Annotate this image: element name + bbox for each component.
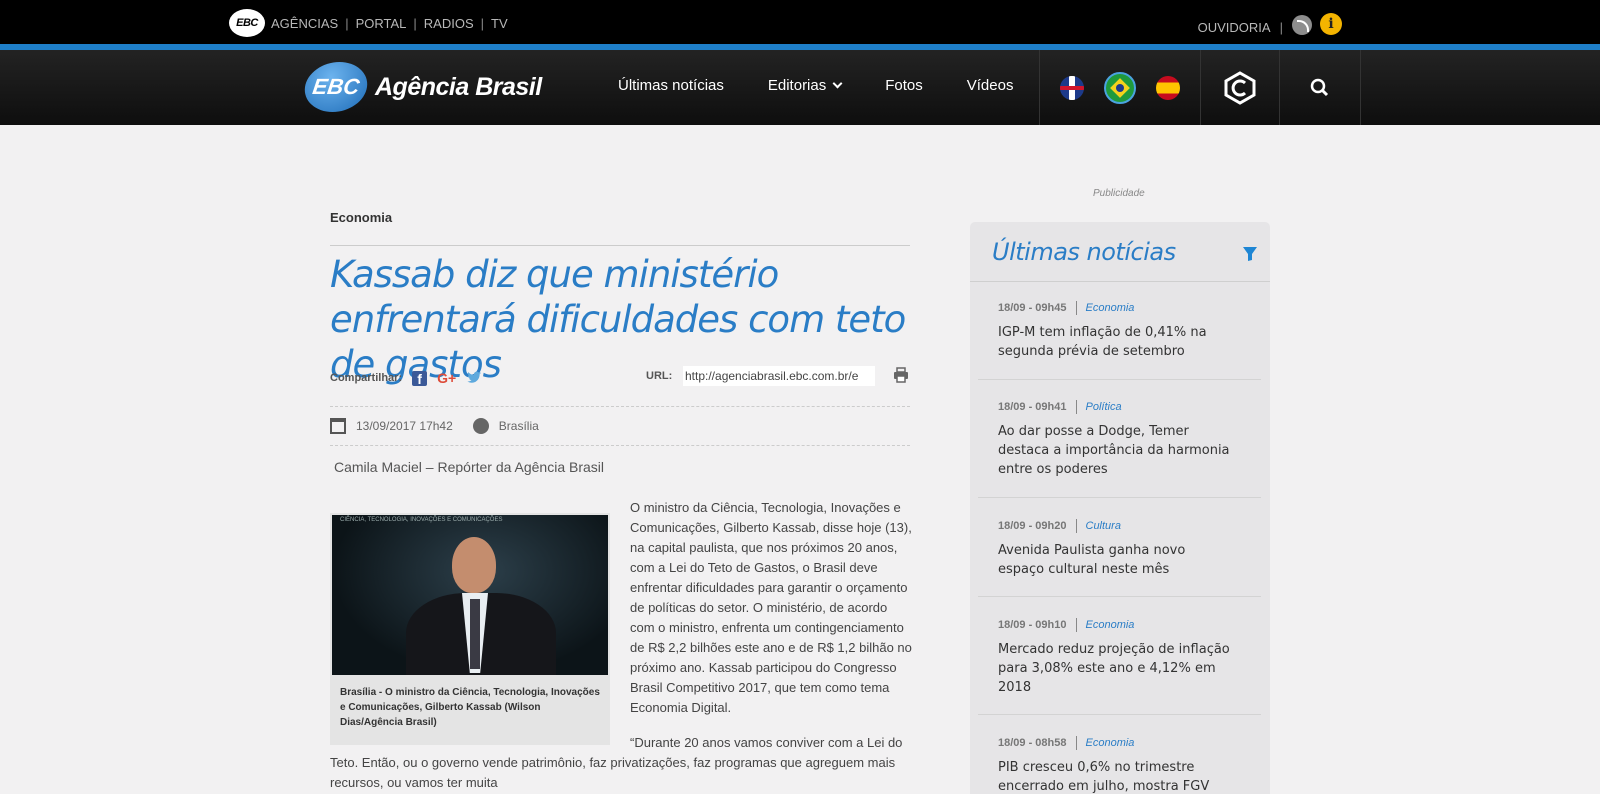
news-time: 18/09 - 09h41 xyxy=(998,401,1067,413)
calendar-icon xyxy=(330,418,346,434)
news-time: 18/09 - 09h45 xyxy=(998,302,1067,314)
news-item[interactable]: 18/09 - 09h45 Economia IGP-M tem inflação… xyxy=(998,301,1260,361)
ebc-logo[interactable]: EBC xyxy=(229,9,265,37)
separator: | xyxy=(480,16,485,31)
article-paragraph: “Durante 20 anos vamos conviver com a Le… xyxy=(330,735,903,790)
sidebar-title: Últimas notícias xyxy=(992,238,1176,266)
separator: | xyxy=(1279,19,1283,35)
main-navbar: EBC Agência Brasil Últimas notícias Edit… xyxy=(0,50,1600,125)
divider xyxy=(978,379,1261,380)
article-photo[interactable]: CIÊNCIA, TECNOLOGIA, INOVAÇÕES E COMUNIC… xyxy=(332,515,608,675)
photo-caption: Brasília - O ministro da Ciência, Tecnol… xyxy=(340,687,600,728)
globe-icon xyxy=(472,418,489,434)
news-headline[interactable]: IGP-M tem inflação de 0,41% na segunda p… xyxy=(998,323,1233,361)
main-menu: Últimas notícias Editorias Fotos Vídeos xyxy=(618,77,1057,94)
news-category[interactable]: Economia xyxy=(1086,302,1135,314)
divider xyxy=(330,245,910,246)
photo-banner-text: CIÊNCIA, TECNOLOGIA, INOVAÇÕES E COMUNIC… xyxy=(340,517,503,523)
divider xyxy=(330,406,910,407)
nav-tools xyxy=(1039,50,1361,125)
divider xyxy=(978,596,1261,597)
menu-videos[interactable]: Vídeos xyxy=(967,77,1014,94)
search-icon[interactable] xyxy=(1300,68,1340,108)
separator: | xyxy=(413,16,417,31)
article-figure: CIÊNCIA, TECNOLOGIA, INOVAÇÕES E COMUNIC… xyxy=(330,513,610,745)
divider xyxy=(978,497,1261,498)
menu-editorias[interactable]: Editorias xyxy=(767,77,843,94)
article-date: 13/09/2017 17h42 xyxy=(356,419,453,433)
news-item[interactable]: 18/09 - 09h20 Cultura Avenida Paulista ga… xyxy=(998,519,1260,579)
news-category[interactable]: Economia xyxy=(1086,737,1135,749)
menu-ultimas-noticias[interactable]: Últimas notícias xyxy=(618,77,724,94)
accessibility-group xyxy=(1201,50,1280,125)
divider xyxy=(978,714,1261,715)
top-right-links: OUVIDORIA | i xyxy=(1198,13,1342,38)
url-field[interactable]: http://agenciabrasil.ebc.com.br/e xyxy=(683,366,875,386)
filter-icon[interactable] xyxy=(1242,246,1258,262)
contrast-icon[interactable] xyxy=(1223,70,1257,105)
ad-label: Publicidade xyxy=(1093,188,1145,199)
brand-name: Agência Brasil xyxy=(375,72,542,101)
news-headline[interactable]: Mercado reduz projeção de inflação para … xyxy=(998,640,1233,697)
brazil-flag-icon[interactable] xyxy=(1104,71,1136,104)
sidebar-header: Últimas notícias xyxy=(970,222,1270,282)
search-group xyxy=(1280,50,1361,125)
spain-flag-icon[interactable] xyxy=(1156,75,1180,100)
top-link-tv[interactable]: TV xyxy=(491,16,508,31)
news-headline[interactable]: Avenida Paulista ganha novo espaço cultu… xyxy=(998,541,1233,579)
top-bar: EBC AGÊNCIAS | PORTAL | RADIOS | TV OUVIDORIA … xyxy=(0,0,1600,44)
share-label: Compartilhar: xyxy=(330,372,403,384)
news-headline[interactable]: PIB cresceu 0,6% no trimestre encerrado … xyxy=(998,758,1233,794)
share-bar: Compartilhar: f G+ xyxy=(330,370,482,387)
news-time: 18/09 - 09h20 xyxy=(998,520,1067,532)
twitter-icon[interactable] xyxy=(466,371,482,385)
news-category[interactable]: Economia xyxy=(1086,619,1135,631)
ebc-brand-badge: EBC xyxy=(301,62,371,112)
url-label: URL: xyxy=(646,370,673,382)
menu-editorias-label: Editorias xyxy=(767,77,827,94)
news-headline[interactable]: Ao dar posse a Dodge, Temer destaca a im… xyxy=(998,422,1233,479)
article-author: Camila Maciel – Repórter da Agência Bras… xyxy=(334,459,605,475)
divider xyxy=(330,445,910,446)
news-time: 18/09 - 08h58 xyxy=(998,737,1067,749)
news-item[interactable]: 18/09 - 08h58 Economia PIB cresceu 0,6% n… xyxy=(998,736,1260,794)
article-meta: 13/09/2017 17h42 Brasília xyxy=(330,418,539,434)
separator: | xyxy=(345,16,349,31)
print-icon[interactable] xyxy=(893,367,909,383)
ouvidoria-link[interactable]: OUVIDORIA xyxy=(1198,20,1271,35)
top-links: AGÊNCIAS | PORTAL | RADIOS | TV xyxy=(271,16,508,31)
news-item[interactable]: 18/09 - 09h10 Economia Mercado reduz proj… xyxy=(998,618,1260,697)
latest-news-sidebar: Últimas notícias 18/09 - 09h45 Economia I… xyxy=(970,222,1270,794)
rss-icon[interactable] xyxy=(1292,15,1312,35)
google-plus-icon[interactable]: G+ xyxy=(437,370,456,386)
uk-flag-icon[interactable] xyxy=(1060,75,1084,100)
news-category[interactable]: Política xyxy=(1086,401,1122,413)
article-paragraph: O ministro da Ciência, Tecnologia, Inova… xyxy=(630,500,912,715)
news-category[interactable]: Cultura xyxy=(1086,520,1121,532)
article-section[interactable]: Economia xyxy=(330,210,392,225)
facebook-icon[interactable]: f xyxy=(412,370,428,387)
top-link-agencias[interactable]: AGÊNCIAS xyxy=(271,16,338,31)
top-link-radios[interactable]: RADIOS xyxy=(424,16,474,31)
news-time: 18/09 - 09h10 xyxy=(998,619,1067,631)
menu-fotos[interactable]: Fotos xyxy=(885,77,923,94)
news-item[interactable]: 18/09 - 09h41 Política Ao dar posse a Dod… xyxy=(998,400,1260,479)
language-selector xyxy=(1040,50,1201,125)
info-icon[interactable]: i xyxy=(1320,13,1342,35)
chevron-down-icon xyxy=(832,78,843,89)
brand-logo[interactable]: EBC Agência Brasil xyxy=(301,62,542,112)
top-link-portal[interactable]: PORTAL xyxy=(356,16,407,31)
article-location: Brasília xyxy=(498,419,539,433)
